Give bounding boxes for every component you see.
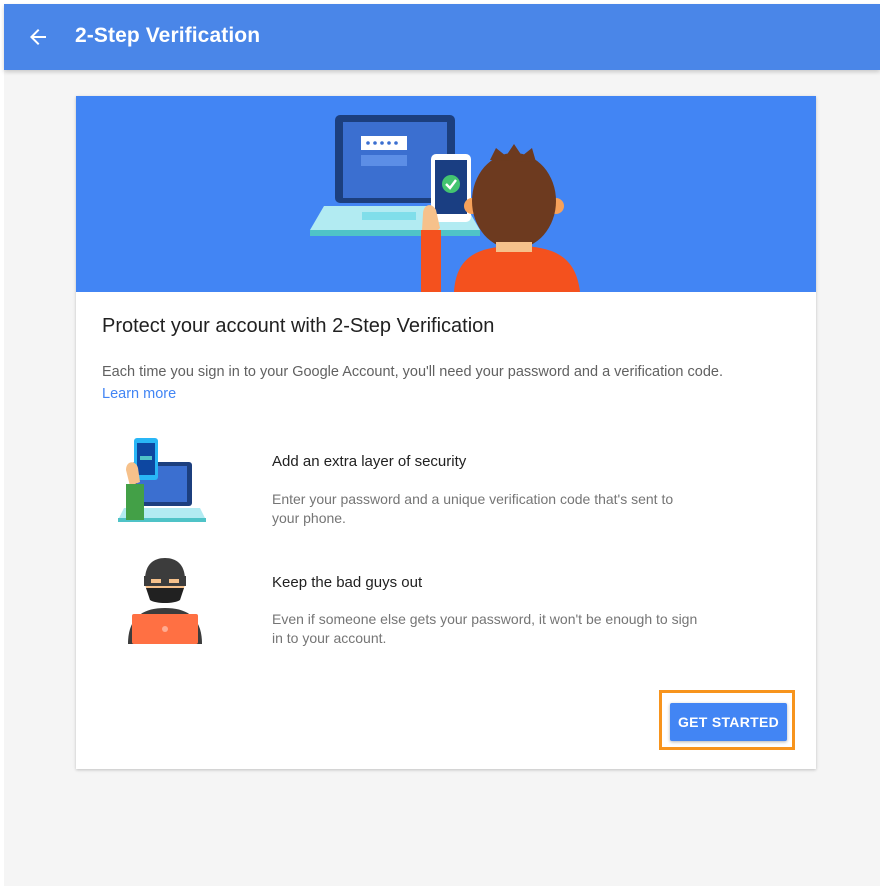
card-description: Each time you sign in to your Google Acc… [102,364,723,380]
feature-bad-guys-text: Even if someone else gets your password,… [272,611,698,646]
page-title: 2-Step Verification [75,24,261,47]
page-background: 2-Step Verification Protect your account… [4,4,880,886]
phone-laptop-icon [118,438,206,522]
arrow-left-icon [30,29,46,45]
feature-security-title: Add an extra layer of security [272,453,467,470]
hero-illustration [310,115,580,292]
back-button[interactable] [26,25,50,49]
hero-banner [76,96,816,292]
app-bar: 2-Step Verification [4,4,880,70]
card-headline: Protect your account with 2-Step Verific… [102,315,495,337]
learn-more-link[interactable]: Learn more [102,383,176,405]
feature-bad-guys-title: Keep the bad guys out [272,574,423,591]
feature-security-illustration [116,430,208,529]
verification-card: Protect your account with 2-Step Verific… [76,96,816,769]
feature-bad-guys-illustration [124,552,206,651]
get-started-button[interactable]: GET STARTED [670,703,787,741]
feature-security-text: Enter your password and a unique verific… [272,491,674,526]
masked-hacker-icon [128,558,202,644]
